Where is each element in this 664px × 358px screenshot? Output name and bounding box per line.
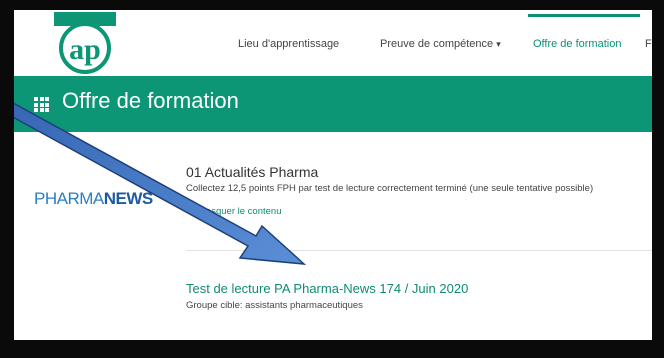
top-navigation-bar: ap Lieu d'apprentissage Preuve de compét…: [14, 10, 652, 74]
pharmanews-logo-part1: PHARMA: [34, 189, 104, 208]
active-nav-indicator: [528, 14, 640, 17]
course-link[interactable]: Test de lecture PA Pharma-News 174 / Jui…: [186, 281, 468, 296]
chevron-down-icon: ▾: [496, 39, 501, 49]
hide-content-toggle[interactable]: ▲ Masquer le contenu: [186, 206, 281, 217]
nav-overflow-item[interactable]: F: [645, 38, 652, 50]
nav-preuve-competence[interactable]: Preuve de compétence ▾: [380, 38, 501, 50]
divider: [186, 250, 652, 251]
nav-preuve-label: Preuve de compétence: [380, 38, 494, 50]
svg-text:ap: ap: [69, 33, 101, 66]
nav-lieu-apprentissage[interactable]: Lieu d'apprentissage: [238, 38, 339, 50]
course-target-group: Groupe cible: assistants pharmaceutiques: [186, 300, 363, 311]
nav-offre-formation[interactable]: Offre de formation: [533, 38, 621, 50]
cap-logo[interactable]: ap: [54, 12, 116, 74]
pharmanews-logo: PHARMANEWS: [34, 189, 153, 209]
page-title-bar: Offre de formation: [14, 76, 652, 132]
page-title: Offre de formation: [62, 88, 239, 113]
pharmanews-logo-part2: NEWS: [103, 189, 154, 208]
section-description: Collectez 12,5 points FPH par test de le…: [186, 183, 594, 194]
grid-icon: [34, 97, 49, 112]
section-title: 01 Actualités Pharma: [186, 164, 319, 180]
